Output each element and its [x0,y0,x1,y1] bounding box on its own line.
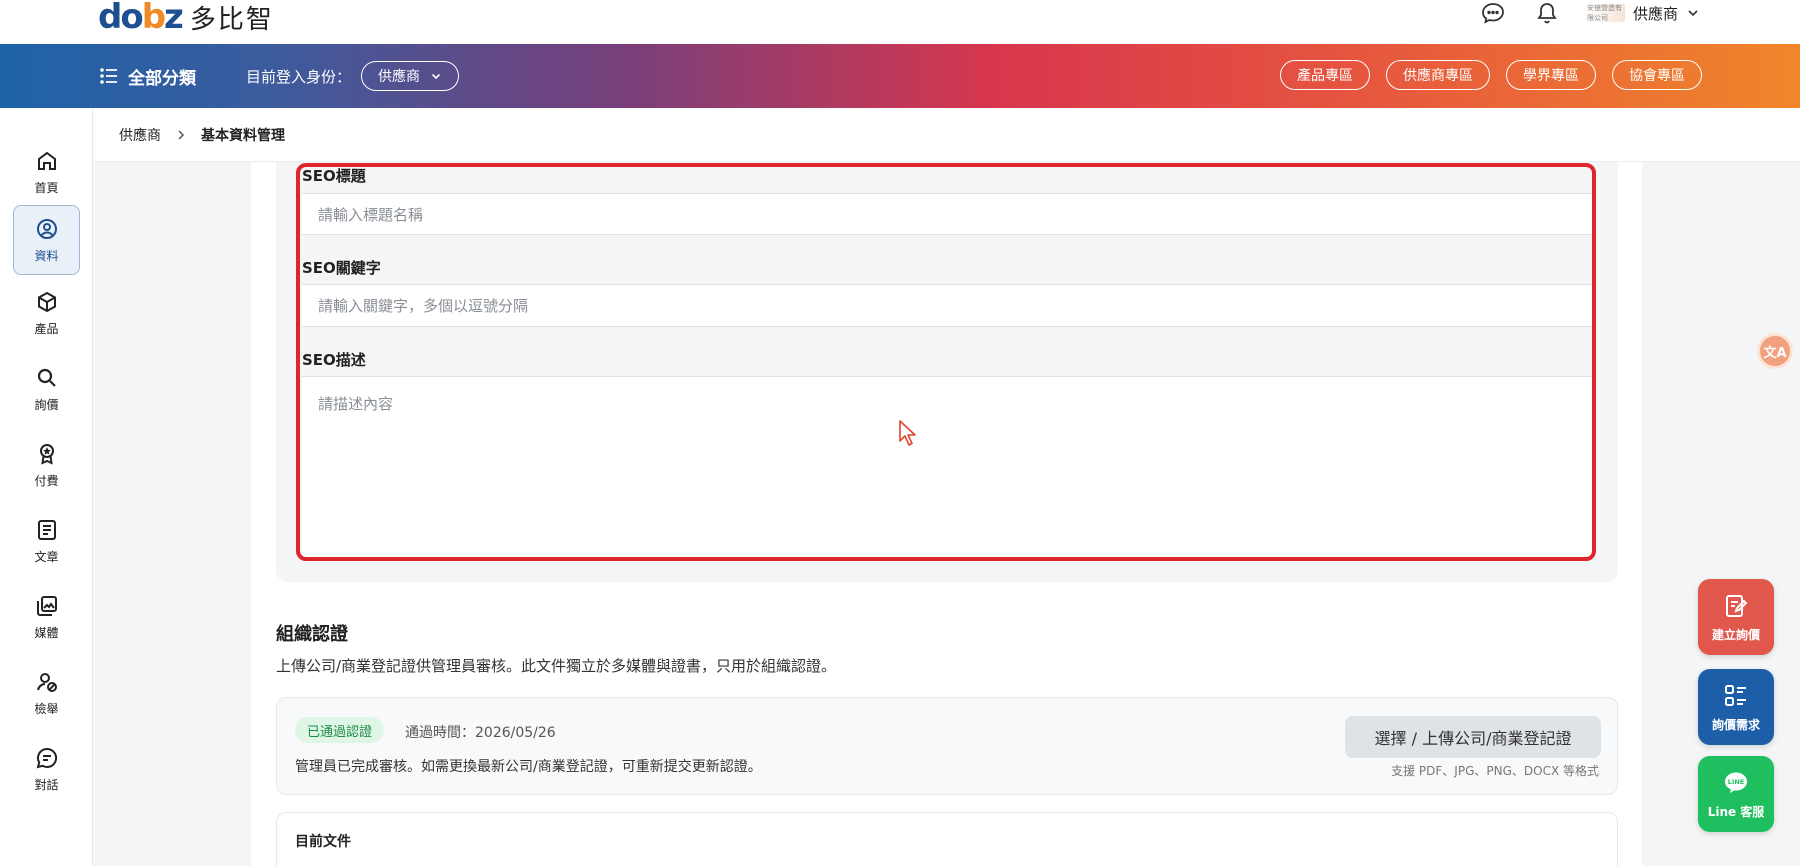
chevron-down-icon [1688,10,1698,17]
all-categories-label: 全部分類 [128,68,196,89]
org-cert-title: 組織認證 [276,624,348,645]
sidebar-item-report[interactable]: 檢舉 [13,658,80,728]
sidebar-item-payment[interactable]: 付費 [13,430,80,500]
zone-links: 產品專區 供應商專區 學界專區 協會專區 [1280,60,1702,90]
inquiry-needs-label: 詢價需求 [1711,717,1760,732]
identity-switcher: 目前登入身份： 供應商 [246,44,460,108]
current-documents-label: 目前文件 [295,834,351,850]
list-icon [100,68,117,84]
header-actions: 安億營造有限公司 供應商 [1479,0,1700,26]
user-menu[interactable]: 安億營造有限公司 供應商 [1586,3,1700,24]
sidebar-item-label: 對話 [34,777,59,792]
sidebar-item-home[interactable]: 首頁 [13,137,80,207]
create-inquiry-button[interactable]: 建立詢價 [1698,579,1774,655]
logo-mark: dobz [98,0,184,37]
search-icon [37,368,56,387]
breadcrumb: 供應商 基本資料管理 [93,108,1800,162]
sidebar-item-inquiry[interactable]: 詢價 [13,354,80,424]
logo-text: 多比智 [189,4,274,35]
breadcrumb-parent[interactable]: 供應商 [119,125,161,145]
create-inquiry-label: 建立詢價 [1711,627,1760,642]
status-badge: 已通過認證 [295,717,385,743]
pass-time: 通過時間：2026/05/26 [405,725,556,741]
org-cert-status-card: 已通過認證 通過時間：2026/05/26 管理員已完成審核。如需更換最新公司/… [276,697,1618,795]
highlight-box [296,163,1596,561]
all-categories-button[interactable]: 全部分類 [100,44,196,108]
sidebar-item-label: 資料 [34,248,59,263]
award-icon [39,443,54,465]
bell-icon[interactable] [1533,0,1561,26]
document-icon [37,519,56,540]
box-icon [37,291,56,312]
sidebar-item-label: 媒體 [34,625,59,640]
line-icon: LINE [1725,772,1747,793]
sidebar-item-chat[interactable]: 對話 [13,734,80,804]
upload-certificate-button[interactable]: 選擇 / 上傳公司/商業登記證 [1345,716,1601,758]
sidebar-item-label: 文章 [34,549,59,564]
cert-note: 管理員已完成審核。如需更換最新公司/商業登記證，可重新提交更新認證。 [295,759,762,775]
sidebar-item-profile[interactable]: 資料 [13,205,80,275]
top-header: dobz 多比智 安億營造有限公司 供應商 [0,0,1800,44]
messages-icon[interactable] [1479,0,1507,26]
line-support-button[interactable]: LINE Line 客服 [1698,756,1774,832]
sidebar-item-label: 檢舉 [34,701,59,716]
edit-document-icon [1726,594,1748,617]
org-cert-description: 上傳公司/商業登記證供管理員審核。此文件獨立於多媒體與證書，只用於組織認證。 [276,657,837,675]
line-badge-text: LINE [1728,778,1744,786]
home-icon [37,151,56,170]
identity-label: 目前登入身份： [246,67,352,86]
supported-formats: 支援 PDF、JPG、PNG、DOCX 等格式 [1391,764,1599,778]
company-logo: 安億營造有限公司 [1586,4,1625,22]
sidebar: 首頁 資料 產品 詢價 付費 文章 媒體 檢舉 對話 [0,108,93,866]
user-circle-icon [36,218,57,239]
nav-link-associations[interactable]: 協會專區 [1612,60,1702,90]
identity-select[interactable]: 供應商 [361,61,460,91]
line-support-label: Line 客服 [1707,804,1765,819]
brand-logo[interactable]: dobz 多比智 [98,0,274,37]
breadcrumb-current: 基本資料管理 [201,127,285,144]
sidebar-item-label: 詢價 [34,397,59,412]
current-documents-card: 目前文件 [276,812,1618,866]
sidebar-item-media[interactable]: 媒體 [13,582,80,652]
report-icon [36,672,57,692]
media-icon [36,595,57,616]
inquiry-needs-button[interactable]: 詢價需求 [1698,669,1774,745]
sidebar-item-label: 產品 [34,321,59,336]
nav-link-suppliers[interactable]: 供應商專區 [1386,60,1490,90]
nav-link-products[interactable]: 產品專區 [1280,60,1370,90]
translate-button[interactable]: 文A [1760,336,1790,366]
list-grid-icon [1725,684,1746,706]
mouse-cursor-icon [899,420,916,446]
user-name: 供應商 [1632,4,1678,23]
sidebar-item-products[interactable]: 產品 [13,278,80,348]
category-navbar: 全部分類 目前登入身份： 供應商 產品專區 供應商專區 學界專區 協會專區 [0,44,1800,108]
sidebar-item-articles[interactable]: 文章 [13,506,80,576]
chevron-down-icon [431,73,441,80]
chat-icon [36,747,57,768]
nav-link-academia[interactable]: 學界專區 [1506,60,1596,90]
sidebar-item-label: 付費 [34,473,59,488]
identity-value: 供應商 [378,69,421,85]
sidebar-item-label: 首頁 [34,180,59,195]
chevron-right-icon [178,129,185,140]
